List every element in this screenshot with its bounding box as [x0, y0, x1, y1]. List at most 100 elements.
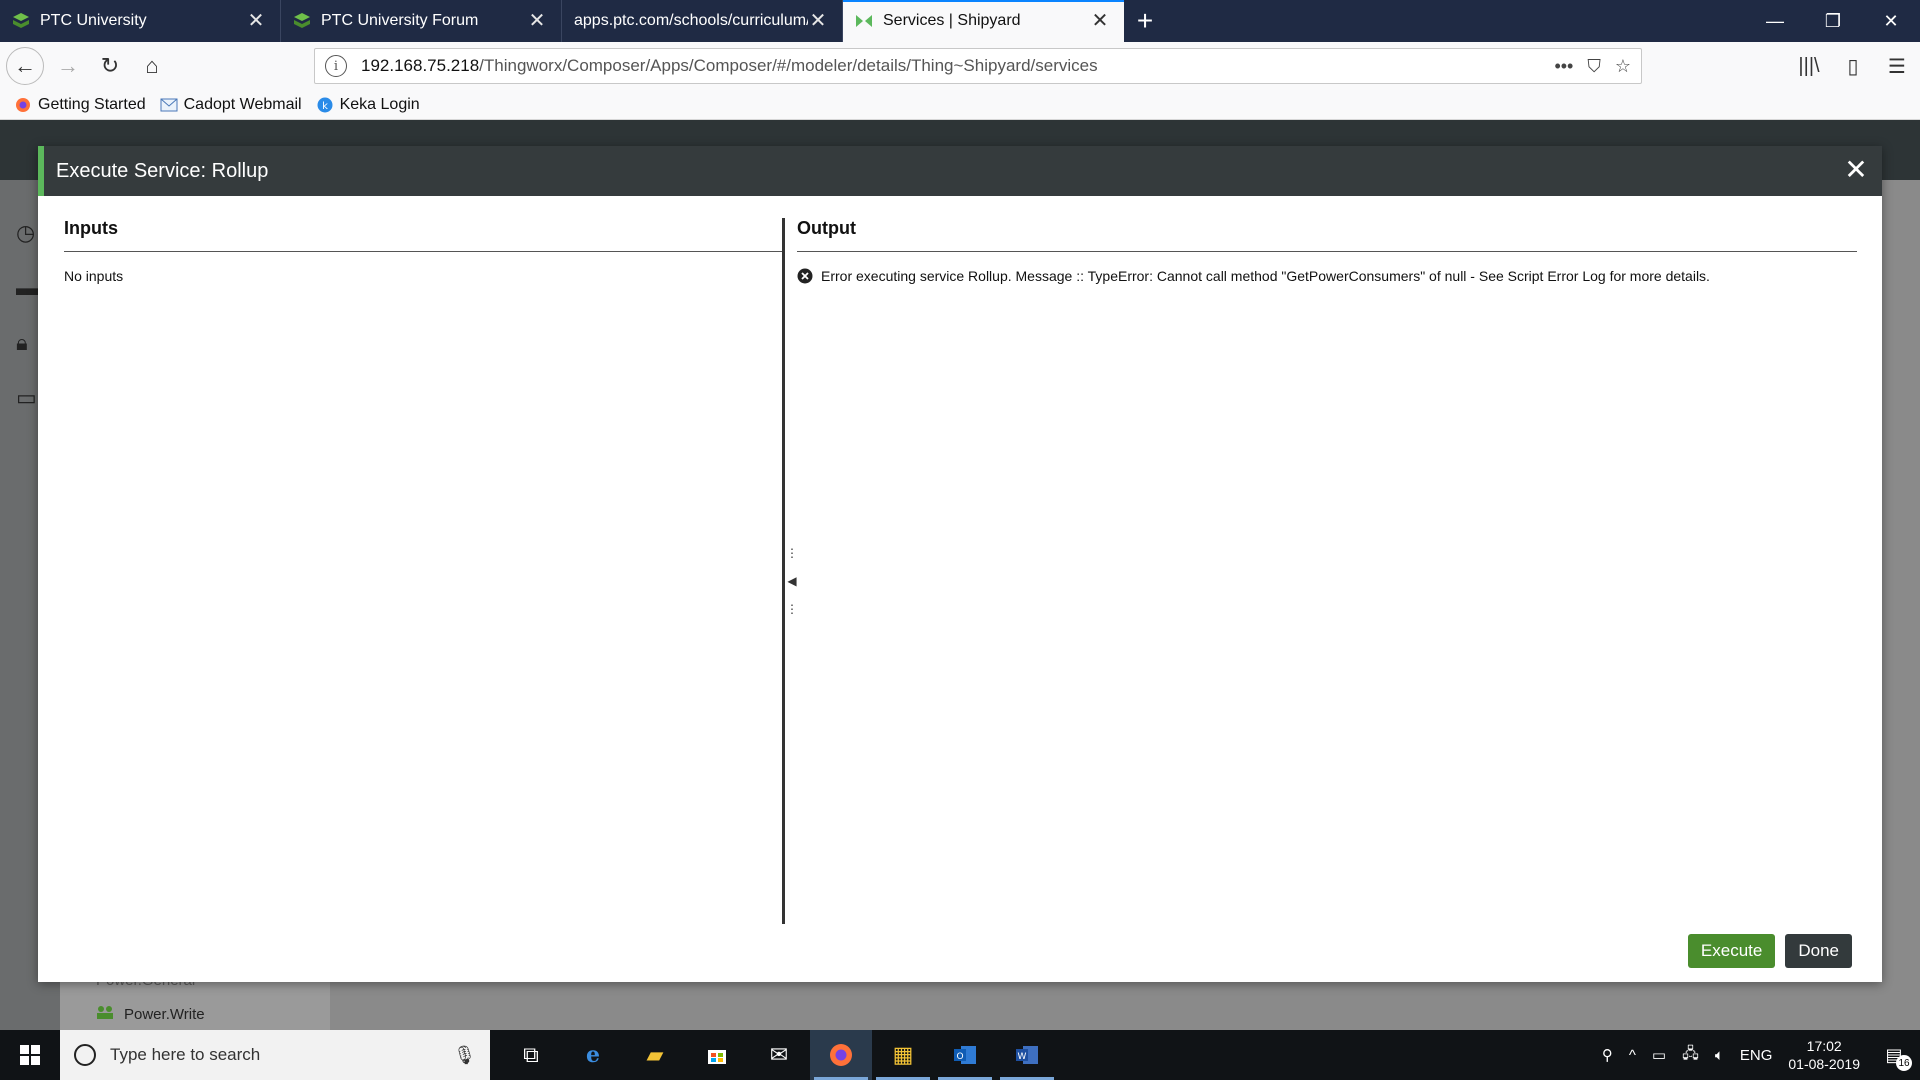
bookmark-keka-login[interactable]: k Keka Login: [316, 96, 420, 114]
close-icon[interactable]: ✕: [246, 11, 266, 31]
sidebar-toggle-icon[interactable]: ▯: [1836, 48, 1870, 84]
tree-item-power-write: Power.Write: [96, 1005, 205, 1023]
outlook-icon[interactable]: O: [934, 1030, 996, 1080]
thingworx-favicon-icon: [855, 12, 873, 30]
execute-button[interactable]: Execute: [1687, 934, 1776, 968]
splitter-grip-icon[interactable]: ⋮ ◀ ⋮: [786, 546, 798, 616]
taskbar-apps: ⧉ e ▰ ✉ ▦ O W: [500, 1030, 1058, 1080]
error-icon: [797, 268, 813, 284]
url-path: /Thingworx/Composer/Apps/Composer/#/mode…: [479, 56, 1098, 75]
svg-text:W: W: [1018, 1052, 1027, 1062]
tab-services-shipyard[interactable]: Services | Shipyard ✕: [843, 0, 1124, 42]
url-host: 192.168.75.218: [361, 56, 480, 75]
home-icon[interactable]: ⌂: [132, 48, 172, 84]
windows-start-icon[interactable]: [0, 1030, 60, 1080]
clock-time: 17:02: [1806, 1038, 1842, 1054]
output-pane: Output Error executing service Rollup. M…: [797, 218, 1857, 284]
mail-app-icon[interactable]: ✉: [748, 1030, 810, 1080]
ptc-favicon-icon: [293, 12, 311, 30]
task-view-icon[interactable]: ⧉: [500, 1030, 562, 1080]
close-icon[interactable]: ✕: [1090, 11, 1110, 31]
browser-nav-bar: ← → ↻ ⌂ i 192.168.75.218 /Thingworx/Comp…: [0, 42, 1920, 90]
dialog-header: Execute Service: Rollup ✕: [38, 146, 1882, 196]
file-manager-icon[interactable]: ▦: [872, 1030, 934, 1080]
tab-apps-ptc-curriculum[interactable]: apps.ptc.com/schools/curriculum/n ✕: [562, 0, 843, 42]
tab-label: PTC University Forum: [321, 12, 479, 29]
tab-label: apps.ptc.com/schools/curriculum/n: [574, 12, 808, 29]
firefox-icon: [14, 96, 32, 114]
bookmarks-bar: Getting Started Cadopt Webmail k Keka Lo…: [0, 90, 1920, 120]
windows-taskbar: Type here to search 🎙︎ ⧉ e ▰ ✉ ▦ O W ⚲ ^…: [0, 1030, 1920, 1080]
output-heading: Output: [797, 218, 1857, 252]
tab-ptc-university[interactable]: PTC University ✕: [0, 0, 281, 42]
search-placeholder: Type here to search: [110, 1045, 261, 1064]
file-explorer-icon[interactable]: ▰: [624, 1030, 686, 1080]
tree-item-label: Power.Write: [124, 1005, 205, 1023]
back-arrow-icon[interactable]: ←: [6, 47, 44, 85]
site-info-icon[interactable]: i: [325, 55, 347, 77]
browser-tab-strip: PTC University ✕ PTC University Forum ✕ …: [0, 0, 1920, 42]
taskbar-search-box[interactable]: Type here to search 🎙︎: [60, 1030, 490, 1080]
close-icon[interactable]: ✕: [527, 11, 547, 31]
close-icon[interactable]: ✕: [808, 11, 828, 31]
action-center-icon[interactable]: ▤ 16: [1876, 1039, 1912, 1071]
menu-hamburger-icon[interactable]: ☰: [1880, 48, 1914, 84]
error-message: Error executing service Rollup. Message …: [821, 268, 1710, 284]
people-icon[interactable]: ⚲: [1602, 1046, 1613, 1064]
no-inputs-text: No inputs: [64, 268, 124, 284]
inputs-body: No inputs: [64, 268, 782, 284]
url-actions: ••• ⛉ ☆: [1554, 56, 1631, 77]
library-icon[interactable]: |||\: [1792, 48, 1826, 84]
bookmark-label: Getting Started: [38, 95, 146, 113]
microphone-icon[interactable]: 🎙︎: [453, 1045, 476, 1066]
bookmark-label: Cadopt Webmail: [183, 95, 302, 113]
bookmark-star-icon[interactable]: ☆: [1615, 56, 1631, 77]
dialog-title: Execute Service: Rollup: [56, 159, 269, 182]
bookmark-cadopt-webmail[interactable]: Cadopt Webmail: [160, 96, 302, 114]
pane-splitter[interactable]: [782, 218, 785, 924]
tab-ptc-university-forum[interactable]: PTC University Forum ✕: [281, 0, 562, 42]
output-body: Error executing service Rollup. Message …: [797, 268, 1857, 284]
mail-icon: [160, 96, 178, 114]
browser-toolbar-right: |||\ ▯ ☰: [1792, 48, 1914, 84]
volume-icon[interactable]: 🔈︎: [1715, 1047, 1724, 1064]
window-close-icon[interactable]: ✕: [1862, 0, 1920, 42]
inputs-heading: Inputs: [64, 218, 782, 252]
users-icon: [96, 1005, 114, 1023]
reload-icon[interactable]: ↻: [90, 48, 130, 84]
new-tab-button[interactable]: +: [1124, 0, 1166, 42]
inputs-pane: Inputs No inputs: [64, 218, 782, 284]
chevron-up-icon[interactable]: ^: [1629, 1047, 1636, 1064]
bookmark-label: Keka Login: [339, 95, 420, 113]
forward-arrow-icon[interactable]: →: [48, 48, 88, 84]
notification-count-badge: 16: [1896, 1055, 1912, 1071]
svg-text:O: O: [956, 1052, 963, 1062]
system-tray: ⚲ ^ ▭ 🖧︎ 🔈︎ ENG 17:02 01-08-2019 ▤ 16: [1602, 1037, 1920, 1073]
window-controls: — ❐ ✕: [1746, 0, 1920, 42]
ptc-favicon-icon: [12, 12, 30, 30]
battery-icon[interactable]: ▭: [1652, 1046, 1666, 1064]
firefox-taskbar-icon[interactable]: [810, 1030, 872, 1080]
language-indicator[interactable]: ENG: [1740, 1047, 1773, 1064]
word-icon[interactable]: W: [996, 1030, 1058, 1080]
dialog-footer: Execute Done: [1687, 934, 1852, 968]
close-icon[interactable]: ✕: [1842, 156, 1870, 184]
svg-text:k: k: [322, 101, 328, 112]
execute-service-dialog: Execute Service: Rollup ✕ Inputs No inpu…: [38, 146, 1882, 982]
tab-label: PTC University: [40, 12, 147, 29]
bookmark-getting-started[interactable]: Getting Started: [14, 96, 146, 114]
tab-label: Services | Shipyard: [883, 12, 1021, 29]
address-bar[interactable]: i 192.168.75.218 /Thingworx/Composer/App…: [314, 48, 1642, 84]
store-icon[interactable]: [686, 1030, 748, 1080]
pocket-icon[interactable]: ⛉: [1587, 56, 1601, 77]
edge-icon[interactable]: e: [562, 1030, 624, 1080]
taskbar-clock[interactable]: 17:02 01-08-2019: [1788, 1037, 1860, 1073]
clock-date: 01-08-2019: [1788, 1056, 1860, 1072]
network-icon[interactable]: 🖧︎: [1682, 1043, 1699, 1068]
cortana-icon: [74, 1044, 96, 1066]
restore-icon[interactable]: ❐: [1804, 0, 1862, 42]
done-button[interactable]: Done: [1785, 934, 1852, 968]
minimize-icon[interactable]: —: [1746, 0, 1804, 42]
keka-icon: k: [316, 96, 334, 114]
more-actions-icon[interactable]: •••: [1554, 56, 1573, 77]
